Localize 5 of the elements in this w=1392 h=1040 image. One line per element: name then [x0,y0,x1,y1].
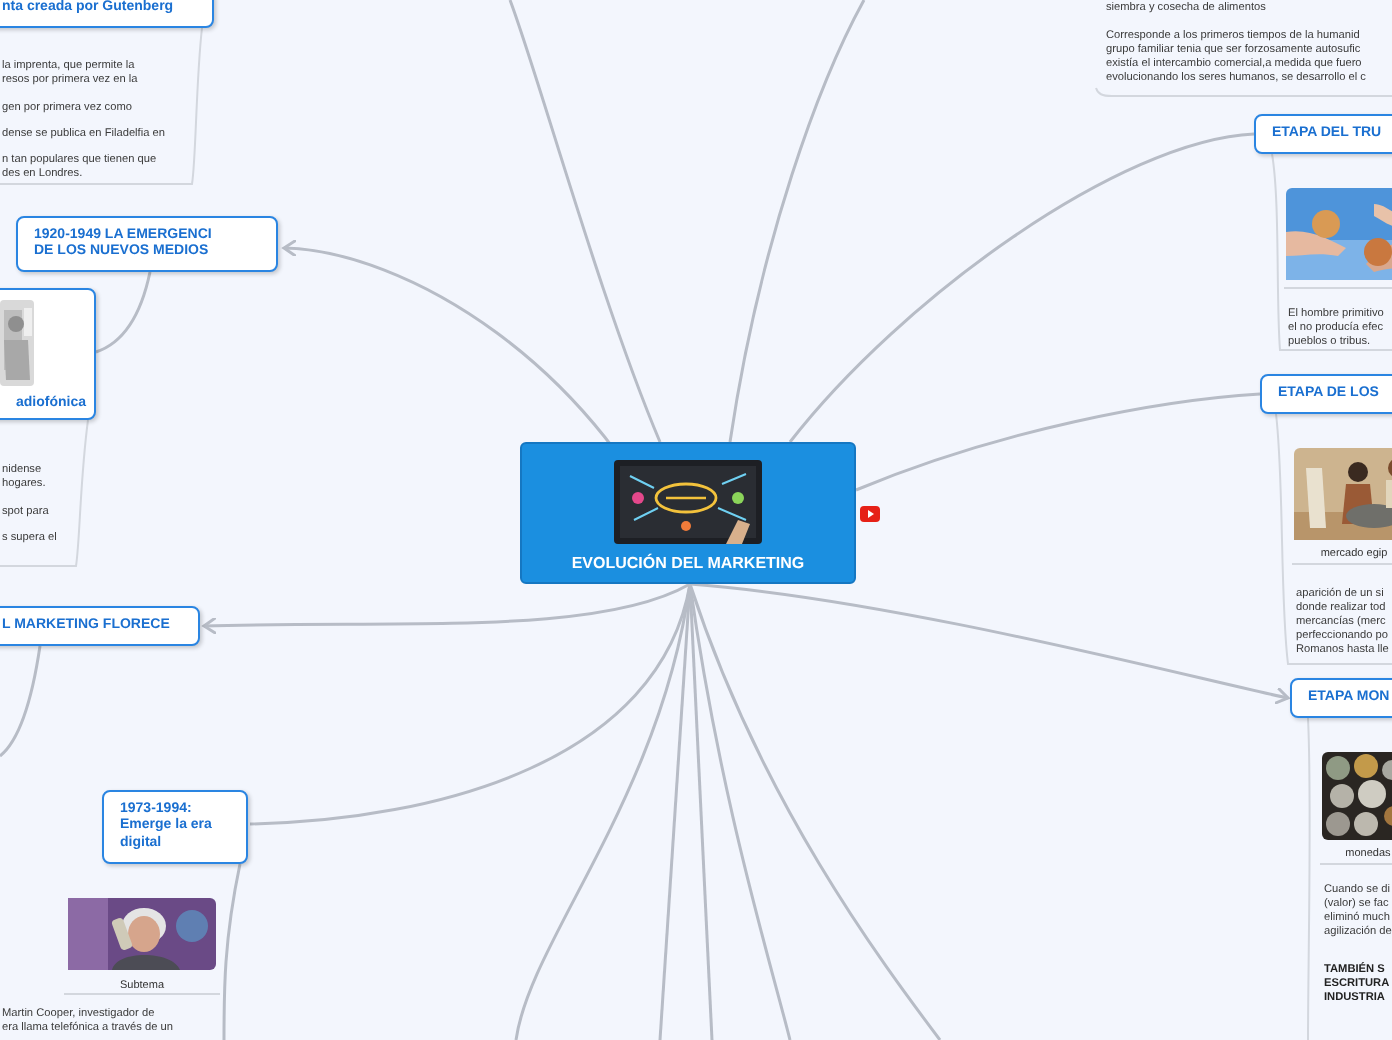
central-topic[interactable]: EVOLUCIÓN DEL MARKETING [520,442,856,584]
connector-line [95,271,152,354]
central-topic-title: EVOLUCIÓN DEL MARKETING [571,554,805,572]
video-icon[interactable] [860,506,880,522]
connector-line [0,645,42,758]
